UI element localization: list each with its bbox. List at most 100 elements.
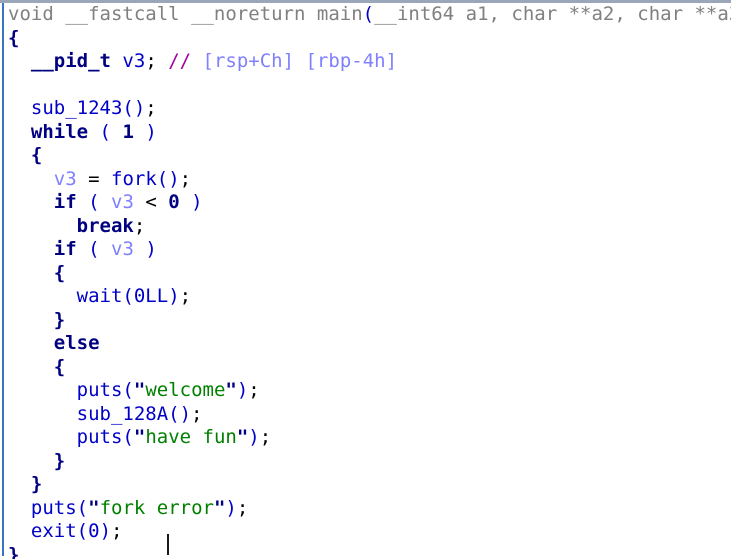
- code-token: a1: [465, 3, 489, 25]
- code-token: ;: [236, 496, 249, 519]
- code-token: __int64: [374, 3, 466, 25]
- code-token: main: [316, 3, 363, 25]
- code-token: welcome: [145, 379, 226, 401]
- code-token: ): [248, 426, 260, 448]
- code-token: ;: [259, 426, 272, 448]
- code-line[interactable]: exit(0);: [0, 520, 731, 544]
- code-line[interactable]: puts("welcome");: [0, 379, 731, 403]
- code-line[interactable]: [0, 74, 731, 98]
- code-token: ): [99, 520, 112, 542]
- code-token: ;: [111, 520, 123, 542]
- code-token: ;: [145, 50, 169, 72]
- code-line[interactable]: sub_1243();: [0, 97, 731, 121]
- code-token: (: [122, 426, 134, 448]
- code-token: //: [168, 50, 192, 72]
- code-token: 1: [122, 120, 134, 143]
- code-line[interactable]: sub_128A();: [0, 403, 731, 427]
- code-token: (): [168, 402, 192, 425]
- code-token: puts: [76, 379, 123, 401]
- code-token: __pid_t: [30, 50, 111, 72]
- code-token: {: [53, 261, 66, 284]
- decompiler-pane: void __fastcall __noreturn main(__int64 …: [0, 0, 731, 559]
- code-line[interactable]: while ( 1 ): [0, 121, 731, 145]
- code-token: (: [122, 379, 134, 401]
- code-token: }: [53, 449, 66, 472]
- code-line[interactable]: if ( v3 ): [0, 238, 731, 262]
- code-token: ": [133, 426, 146, 448]
- code-token: }: [8, 543, 20, 559]
- code-token: __fastcall: [65, 3, 192, 25]
- code-line[interactable]: }: [0, 309, 731, 333]
- code-token: ;: [248, 379, 260, 401]
- code-line[interactable]: puts("fork error");: [0, 497, 731, 521]
- code-token: ;: [133, 214, 146, 237]
- code-line[interactable]: {: [0, 356, 731, 380]
- code-line[interactable]: }: [0, 450, 731, 474]
- code-token: **a2: [568, 3, 615, 25]
- code-token: (: [88, 191, 100, 213]
- code-line[interactable]: {: [0, 27, 731, 51]
- code-token: wait: [76, 285, 123, 307]
- code-line[interactable]: void __fastcall __noreturn main(__int64 …: [0, 3, 731, 27]
- code-token: sub_1243: [30, 97, 123, 119]
- code-token: (: [122, 285, 134, 307]
- code-token: v3: [53, 167, 77, 190]
- code-token: if: [53, 191, 77, 213]
- code-line[interactable]: v3 = fork();: [0, 168, 731, 192]
- code-line[interactable]: }: [0, 473, 731, 497]
- code-token: v3: [111, 238, 134, 260]
- code-token: 0LL: [133, 285, 169, 307]
- code-token: fork error: [99, 496, 214, 519]
- code-token: (): [156, 167, 180, 190]
- code-token: ": [88, 496, 100, 519]
- code-token: ): [168, 285, 180, 307]
- code-line[interactable]: else: [0, 332, 731, 356]
- code-line[interactable]: if ( v3 < 0 ): [0, 191, 731, 215]
- code-token: break: [76, 214, 134, 237]
- code-token: ): [145, 120, 157, 143]
- code-token: ": [213, 496, 226, 519]
- code-line[interactable]: {: [0, 262, 731, 286]
- code-line[interactable]: wait(0LL);: [0, 285, 731, 309]
- code-line[interactable]: }: [0, 544, 731, 559]
- code-token: ": [225, 379, 237, 401]
- code-token: {: [8, 26, 20, 49]
- code-line[interactable]: puts("have fun");: [0, 426, 731, 450]
- code-token: if: [53, 238, 77, 260]
- code-token: ;: [179, 285, 192, 307]
- code-token: have fun: [145, 426, 237, 448]
- code-token: (: [362, 3, 375, 25]
- code-line[interactable]: __pid_t v3; // [rsp+Ch] [rbp-4h]: [0, 50, 731, 74]
- code-token: }: [53, 308, 66, 331]
- code-line[interactable]: {: [0, 144, 731, 168]
- code-token: =: [88, 167, 100, 190]
- pseudocode-text[interactable]: void __fastcall __noreturn main(__int64 …: [0, 3, 731, 559]
- code-line[interactable]: break;: [0, 215, 731, 239]
- code-token: 0: [88, 520, 100, 542]
- code-token: ;: [145, 97, 157, 119]
- code-token: 0: [168, 191, 180, 213]
